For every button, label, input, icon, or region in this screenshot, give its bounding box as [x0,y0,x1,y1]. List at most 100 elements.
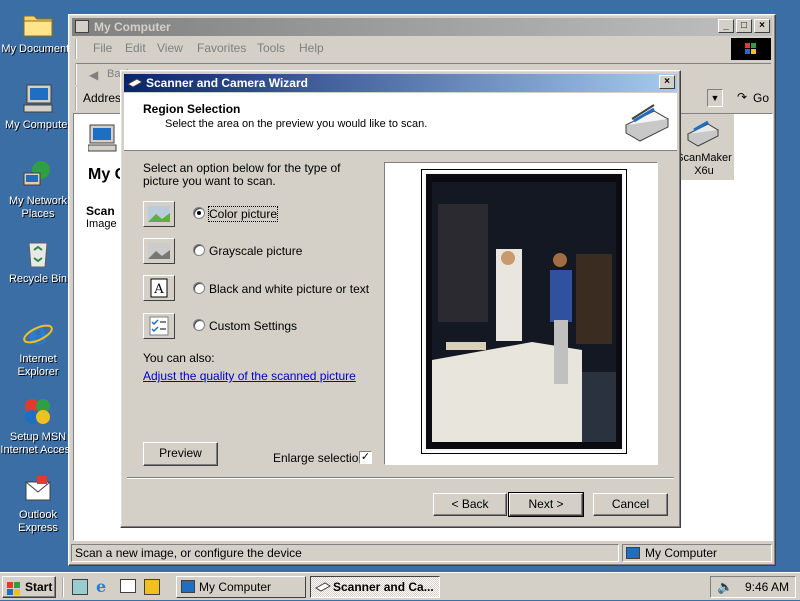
explorer-titlebar[interactable]: My Computer _ □ × [72,18,772,36]
close-button[interactable]: × [659,75,675,89]
msn-icon [21,394,55,428]
menu-help[interactable]: Help [299,39,324,57]
desktop-icon-setup-msn[interactable]: Setup MSN Internet Access [0,394,76,457]
black-white-radio[interactable] [193,282,205,294]
desktop-icon-my-computer[interactable]: My Computer [0,82,76,132]
custom-settings-icon[interactable] [143,313,175,339]
enlarge-selection-checkbox[interactable]: ✓ [359,451,372,464]
enlarge-selection-label[interactable]: Enlarge selection [273,451,365,465]
wizard-titlebar[interactable]: Scanner and Camera Wizard × [124,74,677,92]
folder-icon [21,6,55,40]
wizard-subheading: Select the area on the preview you would… [165,118,428,130]
menu-edit[interactable]: Edit [125,39,146,57]
desktop-icon-internet-explorer[interactable]: e Internet Explorer [0,316,76,379]
computer-icon [87,124,118,152]
menu-file[interactable]: File [93,39,112,57]
internet-explorer-icon[interactable]: e [96,577,106,596]
black-white-label[interactable]: Black and white picture or text [209,282,369,296]
taskbar: Start e My Computer Scanner and Ca... 🔈 … [0,572,800,600]
address-dropdown-button[interactable]: ▼ [707,89,723,107]
task-label: Scanner and Ca... [333,580,434,594]
outlook-express-icon [21,472,55,506]
adjust-quality-link[interactable]: Adjust the quality of the scanned pictur… [143,369,356,383]
minimize-button[interactable]: _ [718,19,734,33]
svg-text:A: A [153,282,164,297]
status-bar-left: Scan a new image, or configure the devic… [71,544,619,562]
black-white-text-icon[interactable]: A [143,275,175,301]
grayscale-picture-radio[interactable] [193,244,205,256]
clock[interactable]: 9:46 AM [745,580,789,594]
desktop-icon-label: Recycle Bin [8,273,68,285]
selected-item-name: Scan [86,204,115,218]
desktop-icon-label: Setup MSN Internet Access [0,431,76,456]
desktop-icon-my-documents[interactable]: My Documents [0,6,76,56]
cancel-button[interactable]: Cancel [593,493,668,516]
task-label: My Computer [199,580,272,594]
maximize-button[interactable]: □ [736,19,752,33]
computer-icon [181,580,195,593]
color-picture-label[interactable]: Color picture [207,206,279,222]
start-button[interactable]: Start [2,576,56,598]
scan-type-prompt: Select an option below for the type of p… [143,161,341,188]
network-icon [21,158,55,192]
selected-item-type: Image [86,218,117,230]
wizard-title: Scanner and Camera Wizard [146,76,308,90]
show-desktop-icon[interactable] [72,579,88,595]
volume-icon[interactable]: 🔈 [717,579,733,595]
system-tray: 🔈 9:46 AM [710,576,796,598]
windows-logo-icon [7,581,21,595]
scanner-item-label: ScanMaker X6u [676,152,732,177]
desktop-icon-label: My Documents [1,43,75,55]
explorer-title: My Computer [94,20,171,34]
back-arrow-icon[interactable]: ◀ [89,68,98,82]
preview-pane[interactable] [384,162,658,465]
desktop-icon-outlook-express[interactable]: Outlook Express [0,472,76,535]
color-picture-radio[interactable] [193,207,205,219]
start-label: Start [25,580,53,594]
scanner-header-icon [622,97,672,145]
computer-icon [21,82,55,116]
preview-frame [421,169,627,454]
media-player-icon[interactable] [144,579,160,595]
wizard-dialog: Scanner and Camera Wizard × Region Selec… [120,70,681,528]
grayscale-picture-label[interactable]: Grayscale picture [209,244,302,258]
internet-explorer-icon: e [21,316,55,352]
scanned-photo-preview[interactable] [424,172,624,451]
menu-tools[interactable]: Tools [257,39,285,57]
wizard-heading: Region Selection [143,102,241,116]
scanner-icon [315,580,331,594]
color-picture-icon[interactable] [143,201,175,227]
scanner-icon [686,118,720,148]
grayscale-picture-icon[interactable] [143,238,175,264]
desktop-icon-label: Outlook Express [18,509,58,534]
go-arrow-icon[interactable]: ↷ [737,90,747,104]
also-label: You can also: [143,351,215,365]
desktop-icon-recycle-bin[interactable]: Recycle Bin [0,236,76,286]
svg-text:e: e [28,317,47,350]
menu-favorites[interactable]: Favorites [197,39,246,57]
scanner-title-icon [127,76,143,90]
quick-launch: e [62,577,172,597]
status-text: Scan a new image, or configure the devic… [75,546,302,560]
task-scanner-wizard[interactable]: Scanner and Ca... [310,576,440,598]
close-button[interactable]: × [754,19,770,33]
computer-icon [626,547,640,559]
preview-button[interactable]: Preview [143,442,218,466]
status-zone: My Computer [645,546,718,560]
outlook-express-icon[interactable] [120,579,136,593]
custom-settings-radio[interactable] [193,319,205,331]
wizard-separator [127,477,674,479]
wizard-header: Region Selection Select the area on the … [124,93,677,151]
scanner-item[interactable]: ScanMaker X6u [674,114,734,180]
recycle-bin-icon [21,236,55,270]
desktop-icon-my-network-places[interactable]: My Network Places [0,158,76,221]
windows-logo-icon [731,38,771,60]
back-button[interactable]: < Back [433,493,507,516]
next-button[interactable]: Next > [508,492,584,517]
desktop-icon-label: Internet Explorer [17,353,59,378]
menu-view[interactable]: View [157,39,183,57]
go-button[interactable]: Go [753,91,769,105]
menu-bar: File Edit View Favorites Tools Help [75,39,735,59]
task-my-computer[interactable]: My Computer [176,576,306,598]
custom-settings-label[interactable]: Custom Settings [209,319,297,333]
